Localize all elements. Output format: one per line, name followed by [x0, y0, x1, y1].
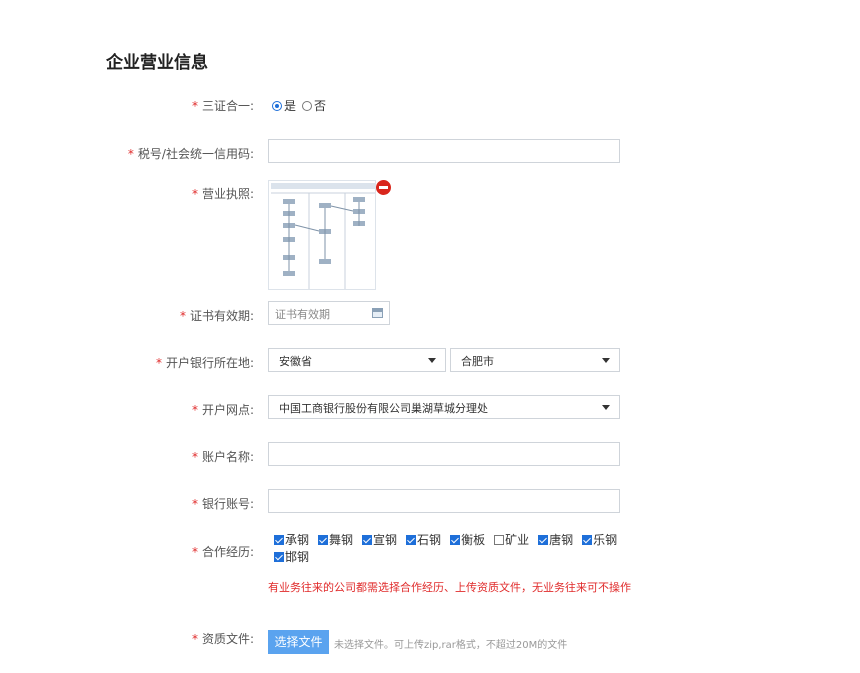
- bank-branch-select[interactable]: 中国工商银行股份有限公司巢湖草城分理处: [268, 395, 620, 419]
- chevron-down-icon: [428, 358, 436, 363]
- three-in-one-label: * 三证合一:: [191, 99, 254, 113]
- license-thumbnail[interactable]: [268, 180, 376, 290]
- checkbox[interactable]: [582, 535, 593, 545]
- bank-branch-label: * 开户网点:: [191, 403, 254, 417]
- checkbox[interactable]: [318, 535, 329, 545]
- checkbox[interactable]: [494, 535, 505, 545]
- checkbox[interactable]: [274, 552, 284, 562]
- tax-id-input[interactable]: [268, 139, 620, 163]
- radio-yes[interactable]: 是: [272, 97, 296, 114]
- calendar-icon[interactable]: [372, 308, 383, 318]
- cert-validity-date-input[interactable]: 证书有效期: [268, 301, 390, 325]
- cooperation-notice: 有业务往来的公司都需选择合作经历、上传资质文件，无业务往来可不操作: [268, 581, 631, 594]
- checkbox-item[interactable]: 宣钢: [362, 532, 397, 548]
- checkbox[interactable]: [362, 535, 373, 545]
- tax-id-label: * 税号/社会统一信用码:: [127, 147, 254, 161]
- account-name-label: * 账户名称:: [191, 450, 254, 464]
- checkbox[interactable]: [274, 535, 284, 545]
- checkbox-item[interactable]: 矿业: [494, 532, 529, 548]
- chevron-down-icon: [602, 358, 610, 363]
- license-thumbnail-image: [269, 181, 375, 289]
- checkbox-item[interactable]: 舞钢: [318, 532, 353, 548]
- file-hint: 未选择文件。可上传zip,rar格式，不超过20M的文件: [334, 640, 568, 651]
- required-mark: *: [191, 99, 198, 113]
- cert-validity-placeholder: 证书有效期: [275, 308, 330, 321]
- chevron-down-icon: [602, 405, 610, 410]
- radio-yes-dot[interactable]: [272, 100, 282, 111]
- checkbox-item[interactable]: 乐钢: [582, 532, 617, 548]
- choose-file-button[interactable]: 选择文件: [268, 630, 329, 654]
- cert-validity-label: * 证书有效期:: [179, 309, 254, 323]
- bank-location-label: * 开户银行所在地:: [155, 356, 254, 370]
- account-name-input[interactable]: [268, 442, 620, 466]
- cooperation-label: * 合作经历:: [191, 545, 254, 559]
- checkbox[interactable]: [538, 535, 549, 545]
- province-select[interactable]: 安徽省: [268, 348, 446, 372]
- cooperation-checkbox-group: 承钢 舞钢 宣钢 石钢 衡板 矿业 唐钢 乐钢邯钢: [274, 532, 634, 566]
- checkbox-item[interactable]: 唐钢: [538, 532, 573, 548]
- checkbox-item[interactable]: 石钢: [406, 532, 441, 548]
- checkbox-item[interactable]: 邯钢: [274, 549, 309, 565]
- remove-icon[interactable]: [376, 180, 391, 195]
- page-title: 企业营业信息: [106, 53, 208, 73]
- checkbox[interactable]: [450, 535, 461, 545]
- account-number-label: * 银行账号:: [191, 497, 254, 511]
- account-number-input[interactable]: [268, 489, 620, 513]
- city-select[interactable]: 合肥市: [450, 348, 620, 372]
- checkbox[interactable]: [406, 535, 417, 545]
- radio-no-dot[interactable]: [302, 100, 313, 111]
- checkbox-item[interactable]: 承钢: [274, 532, 309, 548]
- checkbox-item[interactable]: 衡板: [450, 532, 485, 548]
- three-in-one-radio-group: 是 否: [272, 97, 326, 114]
- qualification-label: * 资质文件:: [191, 632, 254, 646]
- license-label: * 营业执照:: [191, 187, 254, 201]
- radio-no[interactable]: 否: [302, 97, 326, 114]
